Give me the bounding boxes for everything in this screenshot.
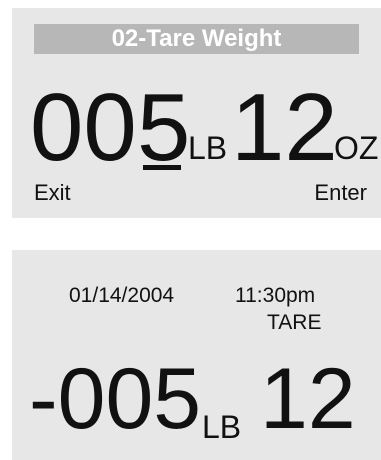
tare-mode-indicator: TARE: [267, 311, 322, 334]
tare-weight-entry-screen: 02-Tare Weight 00 5 LB 12 OZ Exit Enter: [12, 8, 381, 218]
pounds-leading-digits: 00: [30, 74, 137, 181]
pounds-reading: -005: [29, 351, 202, 447]
exit-softkey[interactable]: Exit: [34, 182, 71, 204]
cursor-digit[interactable]: 5: [137, 80, 190, 176]
pounds-unit-label: LB: [188, 130, 228, 166]
ounces-reading: 12: [260, 351, 356, 447]
weigh-home-screen: 01/14/2004 11:30pm TARE -005 LB 12: [12, 250, 381, 460]
pounds-unit-label: LB: [202, 409, 242, 445]
ounces-value: 12: [231, 74, 338, 181]
time-display: 11:30pm: [235, 284, 316, 307]
ounces-unit-label: OZ: [334, 130, 379, 166]
enter-softkey[interactable]: Enter: [314, 182, 367, 204]
date-display: 01/14/2004: [69, 284, 175, 307]
digit-cursor-underline: [143, 165, 181, 170]
menu-title: 02-Tare Weight: [34, 24, 359, 54]
